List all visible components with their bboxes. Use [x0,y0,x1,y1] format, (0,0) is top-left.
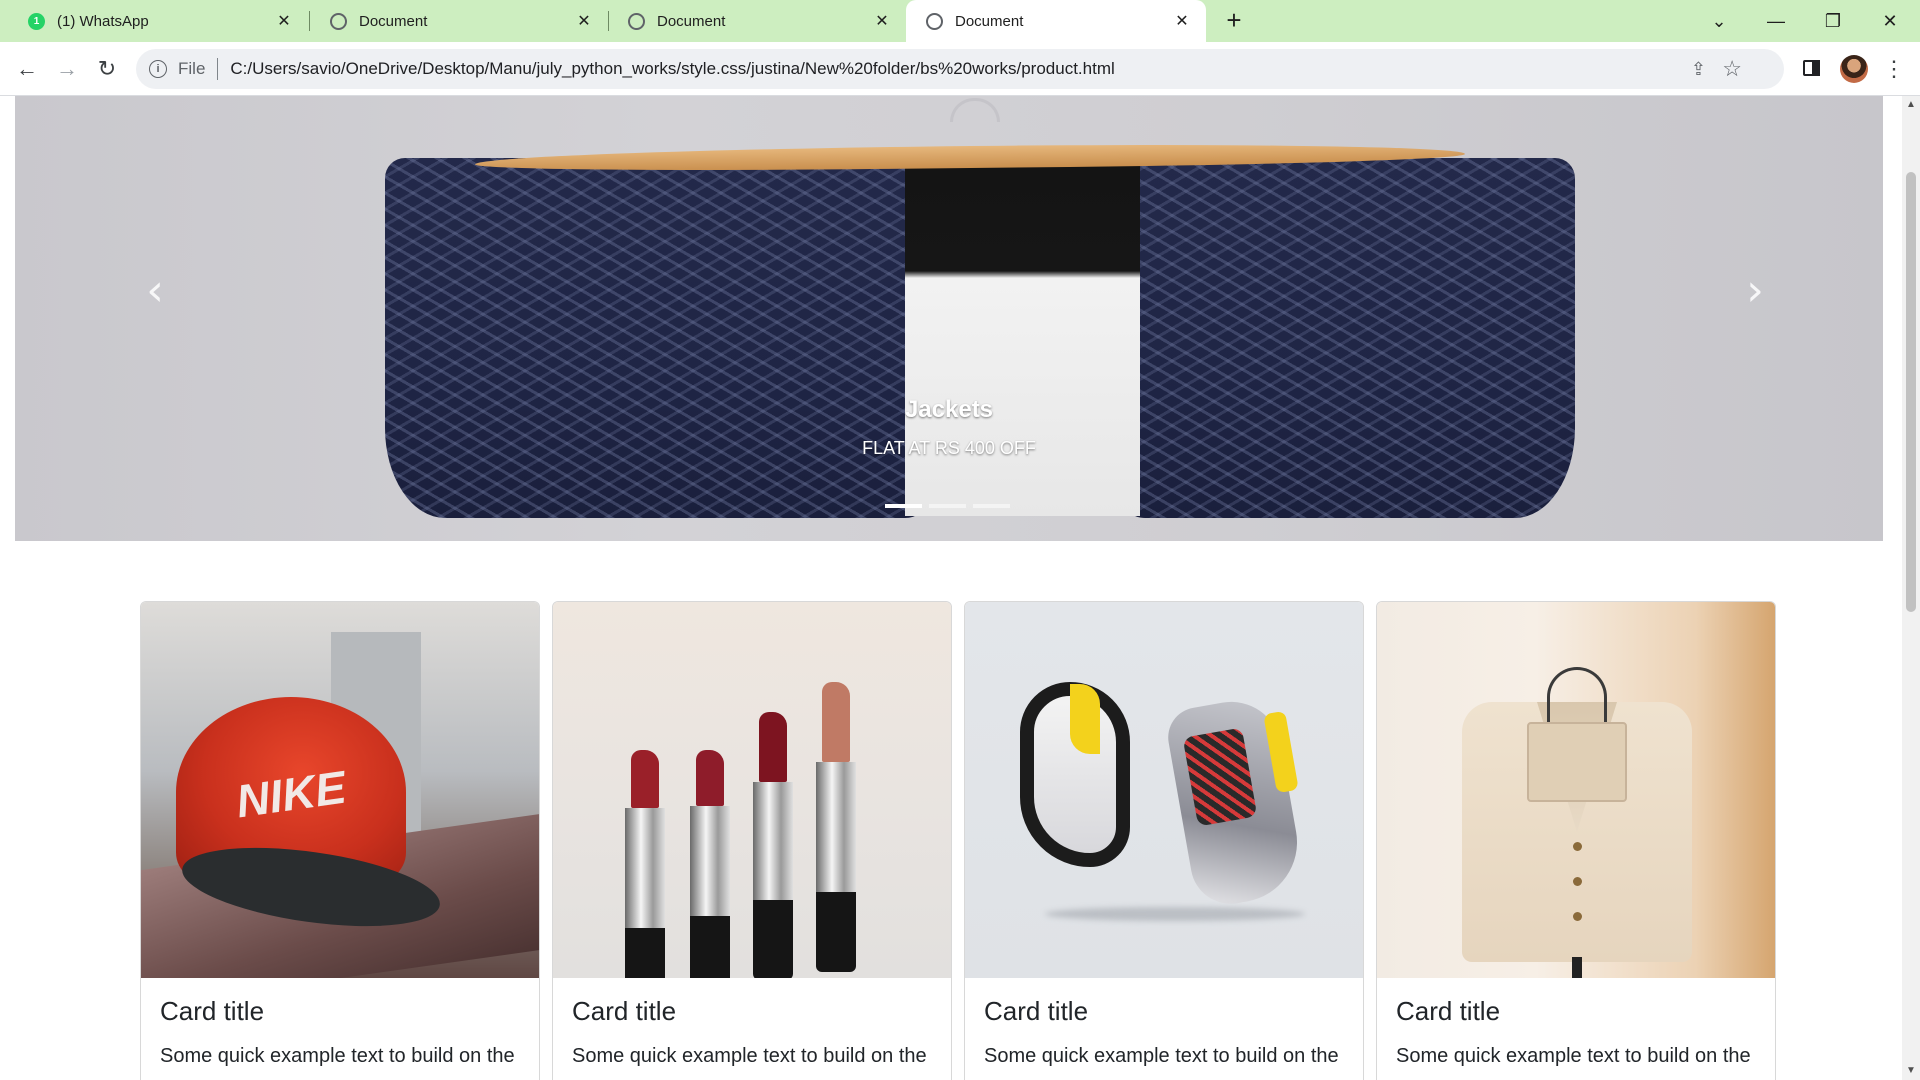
site-info-icon[interactable]: i [149,60,167,78]
browser-menu-icon[interactable]: ⋮ [1880,55,1908,83]
card-title: Card title [1396,996,1501,1026]
caption-text: FLAT AT RS 400 OFF [862,438,1036,458]
tab-document-3-active[interactable]: Document ✕ [906,0,1206,42]
reload-button[interactable]: ↻ [92,54,122,84]
carousel-indicator[interactable] [885,504,922,508]
close-icon[interactable]: ✕ [1172,11,1192,31]
card-body: Card title Some quick example text to bu… [141,978,539,1080]
jacket-right-panel [1105,158,1575,518]
globe-icon [330,12,347,30]
card-title: Card title [160,996,265,1026]
carousel-prev-button[interactable]: ‹ [135,266,175,316]
card-text: Some quick example text to build on the [572,1045,927,1067]
tab-title: Document [657,12,726,30]
page-viewport: ‹ › Jackets FLAT AT RS 400 OFF NIKE Card… [0,96,1902,1080]
carousel-indicators [885,504,1010,508]
carousel-next-button[interactable]: › [1735,266,1775,316]
sneakers-image [965,602,1363,978]
jacket-left-panel [385,158,945,518]
new-tab-button[interactable]: + [1221,7,1247,34]
tab-title: Document [359,12,428,30]
tab-document-1[interactable]: Document ✕ [310,0,608,42]
inner-shirt [905,166,1140,516]
caption-title: Jackets [904,396,994,423]
restore-icon[interactable]: ❐ [1818,6,1848,36]
whatsapp-icon: 1 [28,12,45,30]
product-card: Card title Some quick example text to bu… [964,601,1364,1080]
close-icon[interactable]: ✕ [574,11,594,31]
side-panel-icon[interactable] [1800,56,1824,80]
blazer-image [1377,602,1775,978]
bookmark-star-icon[interactable]: ☆ [1722,56,1742,82]
lipstick-image [553,602,951,978]
hanger-hook [950,98,1000,122]
card-body: Card title Some quick example text to bu… [553,978,951,1080]
share-icon[interactable]: ⇪ [1691,59,1706,80]
address-bar[interactable]: i File C:/Users/savio/OneDrive/Desktop/M… [136,49,1784,89]
close-icon[interactable]: ✕ [872,11,892,31]
card-text: Some quick example text to build on the [160,1045,515,1067]
tab-whatsapp[interactable]: 1 (1) WhatsApp ✕ [8,0,308,42]
product-card: NIKE Card title Some quick example text … [140,601,540,1080]
card-body: Card title Some quick example text to bu… [1377,978,1775,1080]
profile-avatar[interactable] [1840,55,1868,83]
product-cards: NIKE Card title Some quick example text … [140,601,1780,1080]
page-scrollbar[interactable]: ▲ ▼ [1902,96,1920,1080]
product-card: Card title Some quick example text to bu… [552,601,952,1080]
tab-title: (1) WhatsApp [57,12,149,30]
card-title: Card title [572,996,677,1026]
card-text: Some quick example text to build on the [984,1045,1339,1067]
tab-search-dropdown-icon[interactable]: ⌄ [1704,6,1734,36]
back-button[interactable]: ← [12,54,42,84]
browser-toolbar: ← → ↻ i File C:/Users/savio/OneDrive/Des… [0,42,1920,96]
globe-icon [926,12,943,30]
omnibox-divider [217,58,219,80]
hero-carousel: ‹ › Jackets FLAT AT RS 400 OFF [15,96,1883,541]
carousel-indicator[interactable] [929,504,966,508]
url-scheme-label: File [178,59,206,78]
globe-icon [628,12,645,30]
tab-document-2[interactable]: Document ✕ [608,0,906,42]
card-body: Card title Some quick example text to bu… [965,978,1363,1080]
close-icon[interactable]: ✕ [274,11,294,31]
scrollbar-thumb[interactable] [1906,172,1916,612]
scroll-down-icon[interactable]: ▼ [1906,1066,1916,1076]
card-text: Some quick example text to build on the [1396,1045,1751,1067]
window-close-icon[interactable]: ✕ [1875,6,1905,36]
tab-title: Document [955,12,1024,30]
cap-image: NIKE [141,602,539,978]
forward-button[interactable]: → [52,54,82,84]
url-text[interactable]: C:/Users/savio/OneDrive/Desktop/Manu/jul… [230,59,1114,79]
card-title: Card title [984,996,1089,1026]
tab-strip: 1 (1) WhatsApp ✕ Document ✕ Document ✕ D… [0,0,1920,42]
carousel-caption: Jackets FLAT AT RS 400 OFF [15,396,1883,459]
minimize-icon[interactable]: — [1761,6,1791,36]
carousel-indicator[interactable] [973,504,1010,508]
product-card: Card title Some quick example text to bu… [1376,601,1776,1080]
scroll-up-icon[interactable]: ▲ [1906,100,1916,110]
